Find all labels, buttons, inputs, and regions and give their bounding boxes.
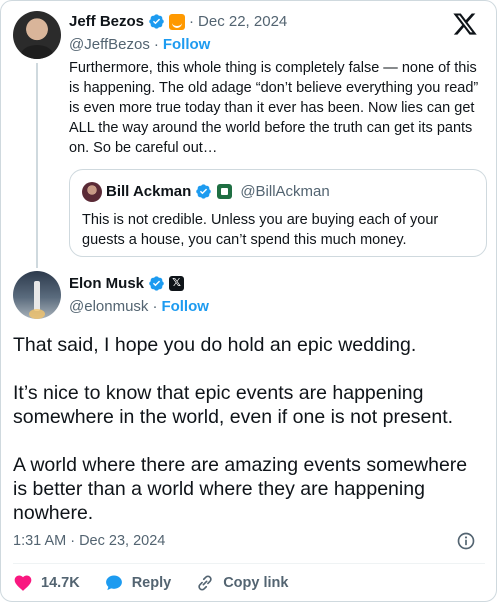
link-icon [198,575,212,591]
author-handle[interactable]: @JeffBezos [69,36,150,53]
parent-tweet-header: Jeff Bezos · Dec 22, 2024 [69,13,287,30]
separator: · [153,36,159,53]
parent-tweet-subheader: @JeffBezos · Follow [69,36,210,53]
tweet-paragraph: A world where there are amazing events s… [13,454,468,524]
tweet-date[interactable]: Dec 22, 2024 [198,13,287,30]
quoted-author-name: Bill Ackman [106,183,192,200]
tweet-paragraph: It’s nice to know that epic events are h… [13,382,454,428]
follow-button[interactable]: Follow [163,36,211,53]
author-name[interactable]: Jeff Bezos [69,13,144,30]
author-name[interactable]: Elon Musk [69,275,144,292]
quoted-tweet[interactable]: Bill Ackman @BillAckman This is not cred… [69,169,487,257]
tweet-embed-card: Jeff Bezos · Dec 22, 2024 @JeffBezos · F… [0,0,497,602]
quoted-tweet-text: This is not credible. Unless you are buy… [82,212,439,248]
action-bar: 14.7K Reply Copy link [13,571,312,595]
verified-icon [149,14,164,29]
quoted-tweet-header: Bill Ackman @BillAckman [106,183,330,200]
heart-icon [14,575,32,591]
x-affiliate-badge-icon: 𝕏 [169,276,185,291]
copy-link-button[interactable]: Copy link [195,573,288,593]
tweet-timestamp[interactable]: 1:31 AM · Dec 23, 2024 [13,533,165,549]
amazon-badge-icon [169,13,186,30]
reply-label: Reply [131,575,172,591]
divider [13,563,485,564]
separator: · [152,298,158,315]
parent-tweet-text: Furthermore, this whole thing is complet… [69,60,479,156]
like-button[interactable]: 14.7K [13,573,80,593]
avatar[interactable] [13,11,61,59]
info-icon[interactable] [456,531,476,551]
reply-button[interactable]: Reply [104,573,172,593]
separator: · [189,13,195,30]
reply-icon [105,575,122,591]
avatar [82,182,102,202]
verified-icon [196,184,212,199]
main-tweet-text: That said, I hope you do hold an epic we… [13,333,483,549]
quoted-author-handle: @BillAckman [240,183,330,200]
main-tweet-subheader: @elonmusk · Follow [69,298,209,315]
x-logo-icon[interactable] [452,11,478,37]
affiliate-badge-icon [217,184,233,199]
like-count: 14.7K [41,575,80,591]
tweet-paragraph: That said, I hope you do hold an epic we… [13,334,417,356]
verified-icon [149,276,164,291]
author-handle[interactable]: @elonmusk [69,298,148,315]
main-tweet-header: Elon Musk 𝕏 [69,275,185,292]
avatar[interactable] [13,271,61,319]
copy-link-label: Copy link [223,575,289,591]
follow-button[interactable]: Follow [161,298,209,315]
thread-connector-line [36,63,38,268]
